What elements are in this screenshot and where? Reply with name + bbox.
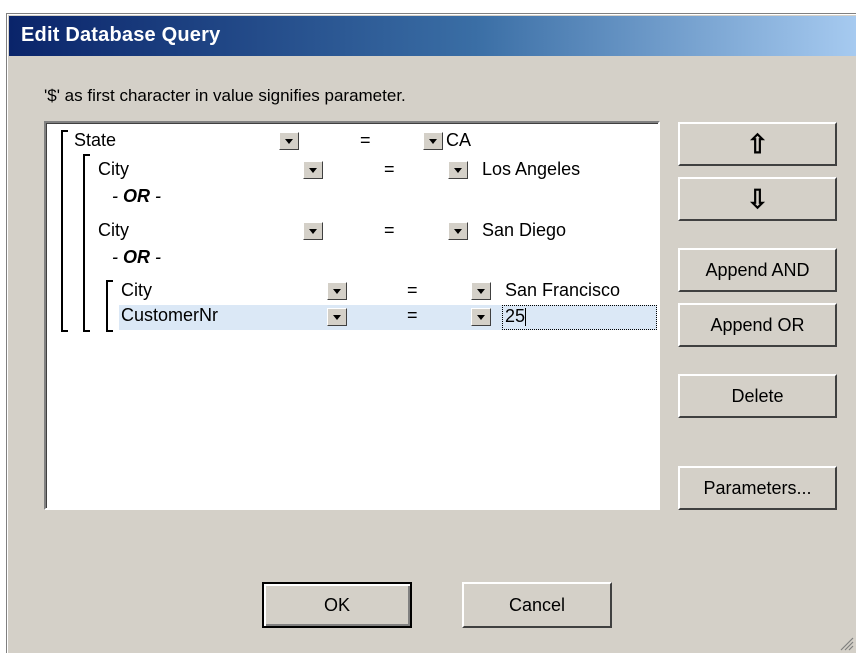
- text-caret: [525, 308, 527, 327]
- cancel-button[interactable]: Cancel: [462, 582, 612, 628]
- append-or-button[interactable]: Append OR: [678, 303, 837, 347]
- arrow-down-icon: ⇩: [746, 184, 769, 214]
- field-label: CustomerNr: [121, 305, 219, 325]
- ok-button[interactable]: OK: [262, 582, 412, 628]
- operator-label: =: [360, 130, 371, 150]
- append-and-button[interactable]: Append AND: [678, 248, 837, 292]
- delete-button[interactable]: Delete: [678, 374, 837, 418]
- field-label: City: [98, 220, 129, 240]
- move-down-button[interactable]: ⇩: [678, 177, 837, 221]
- operator-label: =: [407, 280, 418, 300]
- group-bracket-inner: [106, 280, 113, 332]
- operator-dropdown-button[interactable]: [423, 132, 443, 150]
- value-text[interactable]: San Francisco: [505, 280, 620, 301]
- value-text[interactable]: Los Angeles: [482, 159, 580, 180]
- arrow-up-icon: ⇧: [746, 129, 769, 159]
- field-dropdown-button[interactable]: [279, 132, 299, 150]
- dialog-title: Edit Database Query: [21, 24, 221, 46]
- field-dropdown-button[interactable]: [303, 161, 323, 179]
- query-row-city-3[interactable]: City = San Francisco: [119, 280, 659, 304]
- operator-label: =: [384, 220, 395, 240]
- field-label: State: [74, 130, 117, 150]
- parameters-button[interactable]: Parameters...: [678, 466, 837, 510]
- value-text: 25: [505, 306, 526, 326]
- field-label: City: [121, 280, 152, 300]
- query-row-city-1[interactable]: City = Los Angeles: [96, 159, 656, 183]
- value-edit-field[interactable]: 25: [502, 305, 657, 330]
- field-dropdown-button[interactable]: [327, 308, 347, 326]
- operator-label: =: [384, 159, 395, 179]
- or-separator: - OR -: [112, 247, 161, 267]
- field-label: City: [98, 159, 129, 179]
- operator-dropdown-button[interactable]: [448, 222, 468, 240]
- group-bracket-outer: [61, 130, 68, 332]
- operator-label: =: [407, 305, 418, 325]
- resize-grip-icon[interactable]: [840, 637, 854, 651]
- operator-dropdown-button[interactable]: [448, 161, 468, 179]
- value-text[interactable]: CA: [446, 130, 471, 151]
- parameter-hint: '$' as first character in value signifie…: [44, 86, 406, 105]
- title-bar[interactable]: Edit Database Query: [9, 16, 856, 56]
- query-row-city-2[interactable]: City = San Diego: [96, 220, 656, 244]
- or-separator: - OR -: [112, 186, 161, 206]
- query-row-state[interactable]: State = CA: [72, 130, 632, 154]
- field-dropdown-button[interactable]: [303, 222, 323, 240]
- group-bracket-or: [83, 154, 90, 332]
- value-text[interactable]: San Diego: [482, 220, 566, 241]
- operator-dropdown-button[interactable]: [471, 282, 491, 300]
- operator-dropdown-button[interactable]: [471, 308, 491, 326]
- move-up-button[interactable]: ⇧: [678, 122, 837, 166]
- field-dropdown-button[interactable]: [327, 282, 347, 300]
